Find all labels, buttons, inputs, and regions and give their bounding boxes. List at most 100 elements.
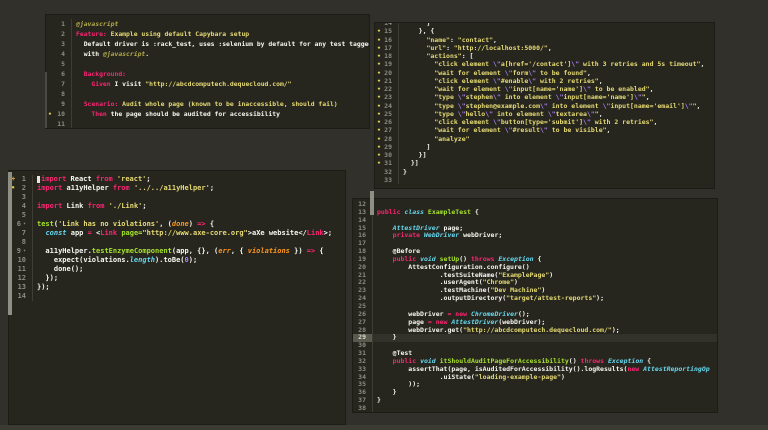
code-line: 5 bbox=[46, 59, 369, 69]
code-text: .outputDirectory("target/attest-reports"… bbox=[377, 295, 604, 303]
code-line: 33 assertThat(page, isAuditedForAccessib… bbox=[353, 365, 717, 374]
code-line: 32 public void itShouldAuditPageForAcces… bbox=[353, 357, 717, 366]
scrollbar[interactable] bbox=[45, 72, 47, 128]
line-number: 3 bbox=[9, 193, 33, 202]
code-line: 30 bbox=[353, 341, 717, 351]
code-line: 13}); bbox=[9, 283, 345, 292]
line-number: • 19 bbox=[375, 60, 399, 69]
code-text: public class ExampleTest { bbox=[377, 208, 479, 216]
code-line: 38 bbox=[353, 404, 717, 412]
fold-chevron-icon[interactable]: ▾ bbox=[23, 247, 26, 256]
code-panel-react-test: +1 import React from 'react'; • 2 import a11… bbox=[8, 170, 346, 425]
code-text: "type \"stephen\" into element \"input[n… bbox=[434, 93, 650, 102]
code-line: 29 } bbox=[353, 333, 717, 343]
code-line: • 17 "url": "http://localhost:5000/", bbox=[375, 43, 714, 52]
code-line: 9 ▾ a11yHelper.testEnzymeComponent(app, {… bbox=[9, 247, 345, 256]
code-line: 11 bbox=[46, 119, 369, 128]
code-line: 4 with @javascript. bbox=[46, 49, 369, 59]
code-text: .testSuiteName("ExamplePage") bbox=[377, 271, 554, 279]
code-line: 35 )); bbox=[353, 381, 717, 390]
line-number: 6 bbox=[46, 69, 72, 79]
code-line: • 29 ] bbox=[375, 142, 714, 151]
scrollbar[interactable] bbox=[8, 172, 12, 315]
code-line: 7 Given I visit "http://abcdcomputech.de… bbox=[46, 79, 369, 89]
code-line: 6 ▾ test('Link has no violations', (done) … bbox=[9, 220, 345, 229]
changed-line-marker-icon: • bbox=[377, 126, 381, 135]
code-text: Then the page should be audited for acce… bbox=[76, 110, 280, 118]
code-text: .testMachine("Dev Machine") bbox=[377, 287, 546, 295]
code-panel-java-test: 12 13 public class ExampleTest {14 15 Attes… bbox=[352, 198, 718, 413]
code-text: } bbox=[377, 397, 381, 405]
scrollbar[interactable] bbox=[370, 191, 374, 215]
line-number: +1 bbox=[9, 175, 33, 184]
code-text: .userAgent("Chrome") bbox=[377, 279, 518, 287]
code-line: 11 done(); bbox=[9, 265, 345, 274]
line-number: • 27 bbox=[375, 126, 399, 135]
code-line: 23 .testMachine("Dev Machine") bbox=[353, 286, 717, 296]
code-line: 3 bbox=[9, 193, 345, 202]
code-text: import React from 'react'; bbox=[33, 175, 345, 184]
code-text: webDriver = new ChromeDriver(); bbox=[377, 310, 530, 318]
changed-line-marker-icon: • bbox=[377, 68, 381, 77]
code-panel-json-actions: 14 ] • 15 }, {• 16 "name": "contact", • 17 "u… bbox=[374, 22, 715, 189]
code-text: "url": "http://localhost:5000/", bbox=[426, 43, 552, 52]
code-line: 8 bbox=[9, 238, 345, 247]
code-line: • 22 "wait for element \"input[name='name… bbox=[375, 85, 714, 94]
code-text: "name": "contact", bbox=[426, 35, 497, 44]
code-line: 14 bbox=[9, 292, 345, 301]
changed-line-marker-icon: • bbox=[377, 76, 381, 85]
code-line: 25 bbox=[353, 302, 717, 311]
code-line: • 15 }, { bbox=[375, 27, 714, 36]
code-text: @Test bbox=[377, 350, 413, 358]
code-lines: 12 13 public class ExampleTest {14 15 Attes… bbox=[353, 199, 717, 412]
code-lines: 14 ] • 15 }, {• 16 "name": "contact", • 17 "u… bbox=[375, 23, 714, 184]
code-text: import Link from './Link'; bbox=[37, 202, 147, 210]
code-text: }] bbox=[403, 159, 419, 168]
line-number: 3 bbox=[46, 39, 72, 49]
code-text: )); bbox=[377, 381, 421, 389]
line-number: 6 ▾ bbox=[9, 220, 33, 229]
code-line: 9 Scenario: Audit whole page (known to b… bbox=[46, 99, 369, 109]
changed-line-marker-icon: • bbox=[377, 101, 381, 110]
code-text: import a11yHelper from '../../a11yHelper… bbox=[37, 184, 215, 192]
code-collage-screen: 1 @javascript 2 Feature: Example using defa… bbox=[0, 0, 768, 430]
code-text: "wait for element \"input[name='name']\"… bbox=[434, 85, 654, 93]
code-line: 33 bbox=[375, 175, 714, 184]
line-number: • 22 bbox=[375, 85, 399, 94]
line-number: • 16 bbox=[375, 35, 399, 44]
line-number: • 30 bbox=[375, 151, 399, 160]
code-text: AttestConfiguration.configure() bbox=[377, 263, 530, 271]
code-line: 3 Default driver is :rack_test, uses :se… bbox=[46, 39, 369, 49]
code-text: "click element \"a[href='/contact']\" wi… bbox=[434, 60, 705, 69]
line-number: • 15 bbox=[375, 27, 399, 36]
code-text: page = new AttestDriver(webDriver); bbox=[377, 318, 546, 326]
code-text: }); bbox=[37, 274, 59, 282]
code-line: 12 }); bbox=[9, 274, 345, 283]
fold-chevron-icon[interactable]: ▾ bbox=[23, 220, 26, 229]
line-number: 13 bbox=[9, 283, 33, 292]
code-line: 8 bbox=[46, 89, 369, 99]
line-number: • 2 bbox=[9, 184, 33, 193]
code-line: 27 page = new AttestDriver(webDriver); bbox=[353, 318, 717, 327]
code-line: 36 } bbox=[353, 388, 717, 398]
line-number: 7 bbox=[9, 229, 33, 238]
code-text: expect(violations.length).toBe(0); bbox=[37, 256, 198, 264]
code-line: 26 webDriver = new ChromeDriver(); bbox=[353, 310, 717, 319]
code-line: • 30 }] bbox=[375, 151, 714, 160]
line-number: • 20 bbox=[375, 68, 399, 77]
changed-line-marker-icon: • bbox=[377, 142, 381, 151]
line-number: • 29 bbox=[375, 142, 399, 151]
code-line: +1 import React from 'react'; bbox=[9, 175, 345, 184]
code-text: Default driver is :rack_test, uses :sele… bbox=[76, 40, 369, 48]
line-number: 2 bbox=[46, 29, 72, 39]
line-number: 8 bbox=[9, 238, 33, 247]
line-number: 5 bbox=[9, 211, 33, 220]
line-number: 7 bbox=[46, 79, 72, 89]
code-lines: 1 @javascript 2 Feature: Example using defa… bbox=[46, 15, 369, 128]
code-line: 24 .outputDirectory("target/attest-repor… bbox=[353, 294, 717, 303]
code-text: done(); bbox=[37, 265, 84, 273]
line-number: • 31 bbox=[375, 159, 399, 168]
code-text: ] bbox=[403, 142, 431, 151]
code-line: 16 private WebDriver webDriver; bbox=[353, 232, 717, 241]
line-number: 12 bbox=[9, 274, 33, 283]
